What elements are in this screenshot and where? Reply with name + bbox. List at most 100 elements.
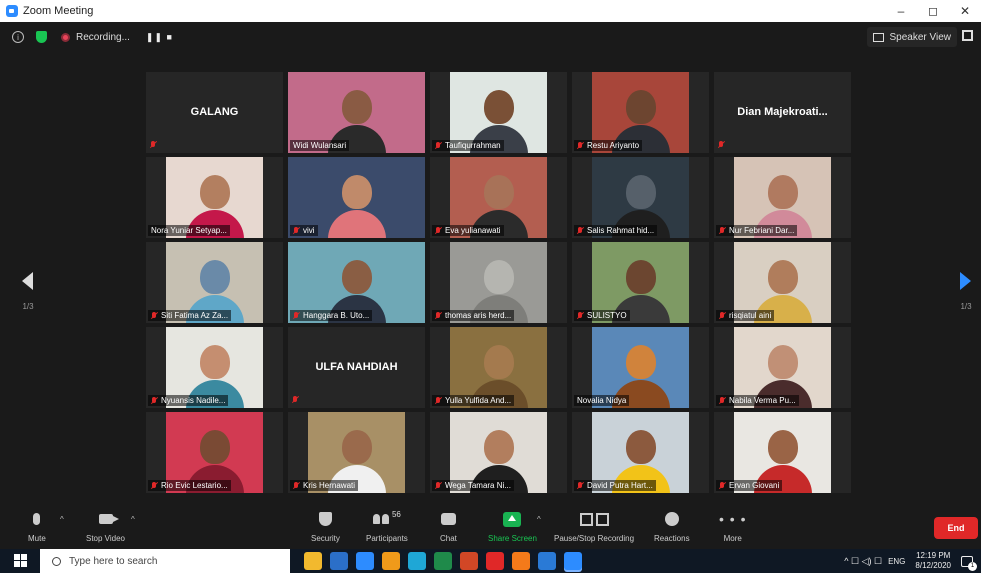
muted-mic-icon — [435, 396, 441, 405]
participant-tile[interactable]: Yulla Yulfida And... — [430, 327, 567, 408]
mute-button[interactable]: Mute — [28, 510, 46, 543]
muted-mic-icon — [293, 481, 299, 490]
taskbar-app-icon[interactable] — [408, 552, 426, 570]
reactions-button[interactable]: Reactions — [654, 510, 690, 543]
participant-name: vivi — [303, 226, 315, 235]
participant-tile[interactable]: Restu Ariyanto — [572, 72, 709, 153]
muted-mic-icon — [577, 226, 583, 235]
participant-face — [199, 429, 230, 464]
participant-tile[interactable]: risqiatul aini — [714, 242, 851, 323]
participants-button[interactable]: 56 Participants — [366, 510, 408, 543]
end-meeting-button[interactable]: End — [934, 517, 978, 539]
page-indicator-right: 1/3 — [960, 302, 972, 311]
participant-name: risqiatul aini — [729, 311, 772, 320]
participant-tile[interactable]: Widi Wulansari — [288, 72, 425, 153]
participant-tile[interactable]: Wega Tamara Ni... — [430, 412, 567, 493]
participant-tile[interactable]: Salis Rahmat hid... — [572, 157, 709, 238]
participant-tile[interactable]: Dian Majekroati... — [714, 72, 851, 153]
recording-indicator: Recording... ❚❚ ■ — [61, 32, 173, 43]
pause-stop-recording-button[interactable]: Pause/Stop Recording — [554, 510, 634, 543]
participant-tile[interactable]: Hanggara B. Uto... — [288, 242, 425, 323]
language-indicator[interactable]: ENG — [888, 557, 905, 566]
muted-mic-icon — [718, 141, 724, 149]
fullscreen-icon[interactable] — [962, 30, 973, 41]
previous-page-button[interactable]: 1/3 — [20, 272, 36, 322]
participant-tile[interactable]: Eva yulianawati — [430, 157, 567, 238]
taskbar-app-icon[interactable] — [434, 552, 452, 570]
participant-name-label: thomas aris herd... — [432, 310, 515, 321]
stop-video-button[interactable]: Stop Video — [86, 510, 125, 543]
participant-tile[interactable]: vivi — [288, 157, 425, 238]
participant-tile[interactable]: Ervan Giovani — [714, 412, 851, 493]
share-screen-button[interactable]: Share Screen — [488, 510, 537, 543]
taskbar-app-icon[interactable] — [304, 552, 322, 570]
pause-stop-icon — [579, 512, 609, 526]
participant-tile[interactable]: Siti Fatima Az Za... — [146, 242, 283, 323]
info-icon[interactable]: i — [12, 31, 24, 43]
notification-count: 1 — [968, 561, 977, 571]
taskbar-app-icon[interactable] — [512, 552, 530, 570]
muted-mic-icon — [577, 311, 583, 320]
notifications-icon[interactable]: 1 — [961, 555, 977, 571]
taskbar-app-icon[interactable] — [382, 552, 400, 570]
participant-tile[interactable]: David Putra Hart... — [572, 412, 709, 493]
security-shield-icon — [318, 512, 332, 526]
taskbar-app-icon[interactable] — [486, 552, 504, 570]
participant-name: Ervan Giovani — [729, 481, 780, 490]
participant-tile[interactable]: thomas aris herd... — [430, 242, 567, 323]
participant-tile[interactable]: Nabila Verma Pu... — [714, 327, 851, 408]
share-options-caret[interactable]: ^ — [537, 515, 541, 524]
speaker-view-button[interactable]: Speaker View — [867, 27, 957, 47]
participant-face — [341, 174, 372, 209]
muted-mic-icon — [150, 141, 156, 149]
participant-tile[interactable]: GALANG — [146, 72, 283, 153]
taskbar-clock[interactable]: 12:19 PM 8/12/2020 — [915, 551, 951, 571]
reactions-label: Reactions — [654, 534, 690, 543]
participant-name-display: Dian Majekroati... — [737, 106, 828, 118]
minimize-button[interactable]: – — [885, 0, 917, 22]
audio-options-caret[interactable]: ^ — [60, 515, 64, 524]
participant-tile[interactable]: Novalia Nidya — [572, 327, 709, 408]
speaker-view-label: Speaker View — [889, 31, 951, 43]
encryption-shield-icon[interactable] — [36, 31, 47, 43]
taskbar-app-icon[interactable] — [330, 552, 348, 570]
participant-name: Taufiqurrahman — [445, 141, 501, 150]
participant-name: Restu Ariyanto — [587, 141, 640, 150]
chat-button[interactable]: Chat — [440, 510, 457, 543]
close-button[interactable]: ✕ — [949, 0, 981, 22]
taskbar-search[interactable]: Type here to search — [40, 549, 290, 573]
taskbar-app-icon[interactable] — [564, 552, 582, 570]
security-button[interactable]: Security — [311, 510, 340, 543]
participant-name: Siti Fatima Az Za... — [161, 311, 229, 320]
taskbar-app-icon[interactable] — [356, 552, 374, 570]
taskbar-app-icon[interactable] — [460, 552, 478, 570]
participant-tile[interactable]: ULFA NAHDIAH — [288, 327, 425, 408]
participants-label: Participants — [366, 534, 408, 543]
participant-name-label: Siti Fatima Az Za... — [148, 310, 232, 321]
more-button[interactable]: • • • More — [719, 510, 746, 543]
window-title: Zoom Meeting — [23, 5, 94, 17]
system-tray-icons[interactable]: ^ ☐ ◁) ☐ — [844, 556, 882, 567]
participant-name-label: Yulla Yulfida And... — [432, 395, 515, 406]
participant-name: Yulla Yulfida And... — [445, 396, 512, 405]
participant-name-label: vivi — [290, 225, 318, 236]
next-page-button[interactable]: 1/3 — [958, 272, 974, 322]
windows-start-icon[interactable] — [14, 554, 28, 568]
participant-tile[interactable]: Nora Yuniar Setyap... — [146, 157, 283, 238]
maximize-button[interactable]: ◻ — [917, 0, 949, 22]
participant-tile[interactable]: Nur Febriani Dar... — [714, 157, 851, 238]
participant-name-label: Hanggara B. Uto... — [290, 310, 373, 321]
taskbar-app-icon[interactable] — [538, 552, 556, 570]
participant-name-display: GALANG — [190, 106, 239, 118]
recording-controls[interactable]: ❚❚ ■ — [146, 32, 173, 43]
video-options-caret[interactable]: ^ — [131, 515, 135, 524]
participant-tile[interactable]: SULISTYO — [572, 242, 709, 323]
participant-tile[interactable]: Nyuansis Nadile... — [146, 327, 283, 408]
participant-tile[interactable]: Taufiqurrahman — [430, 72, 567, 153]
participant-face — [199, 259, 230, 294]
participant-name-label: SULISTYO — [574, 310, 630, 321]
participant-face — [625, 174, 656, 209]
participant-tile[interactable]: Kris Hernawati — [288, 412, 425, 493]
participant-tile[interactable]: Rio Evic Lestario... — [146, 412, 283, 493]
muted-mic-icon — [151, 311, 157, 320]
